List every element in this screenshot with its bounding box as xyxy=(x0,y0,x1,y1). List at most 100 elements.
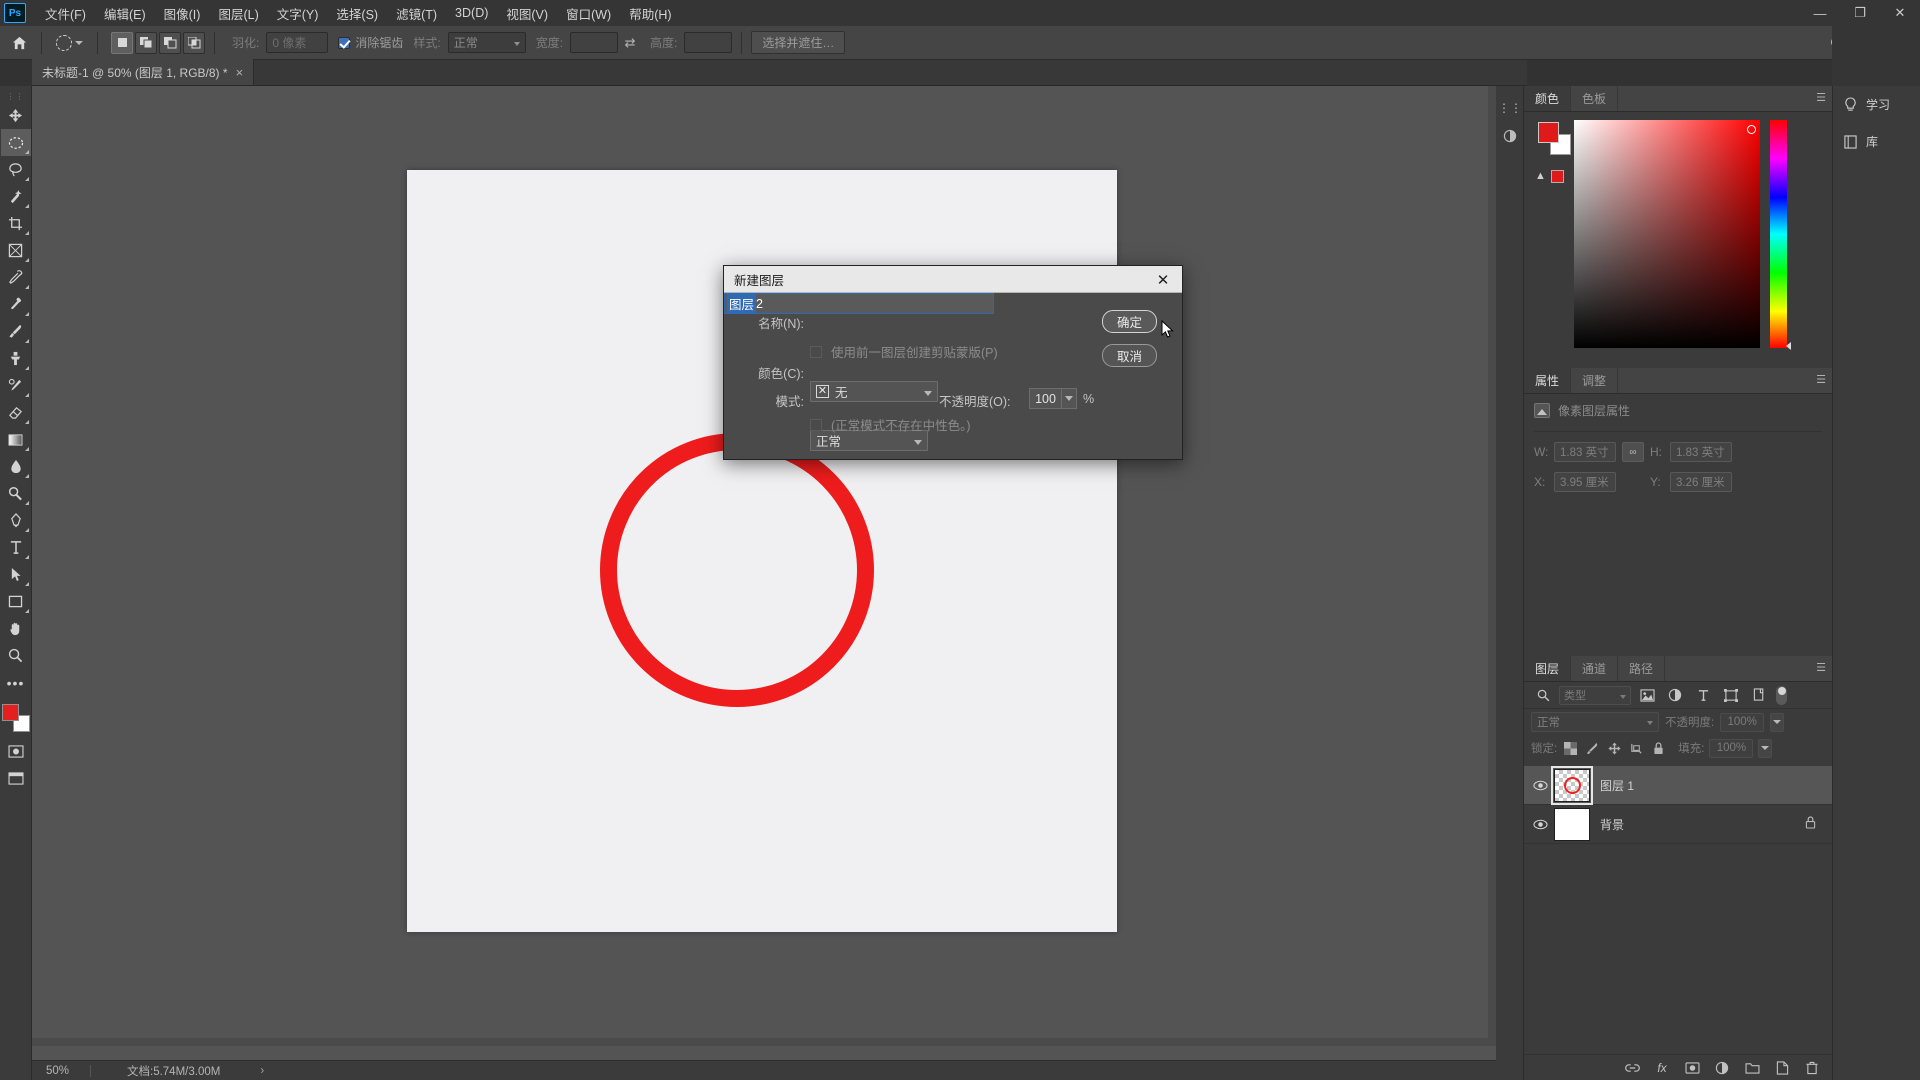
menu-type[interactable]: 文字(Y) xyxy=(268,0,328,27)
antialias-checkbox-group[interactable]: 消除锯齿 xyxy=(338,34,403,51)
layer-opacity-value[interactable]: 100% xyxy=(1720,712,1765,732)
image-filter-icon[interactable] xyxy=(1635,684,1659,706)
new-selection-button[interactable] xyxy=(111,31,133,54)
adjustment-layer-icon[interactable] xyxy=(1714,1060,1730,1076)
type-tool[interactable] xyxy=(1,534,31,561)
close-button[interactable]: ✕ xyxy=(1880,0,1920,26)
screen-mode-icon[interactable] xyxy=(1,765,31,792)
menu-select[interactable]: 选择(S) xyxy=(327,0,387,27)
eyedropper-tool[interactable] xyxy=(1,264,31,291)
canvas-horizontal-scrollbar[interactable] xyxy=(32,1038,1488,1046)
foreground-background-color[interactable] xyxy=(1,704,30,732)
status-zoom[interactable]: 50% xyxy=(32,1065,90,1077)
tab-properties[interactable]: 属性 xyxy=(1524,368,1572,393)
smart-object-filter-icon[interactable] xyxy=(1747,684,1771,706)
dodge-tool[interactable] xyxy=(1,480,31,507)
path-selection-tool[interactable] xyxy=(1,561,31,588)
gradient-tool[interactable] xyxy=(1,426,31,453)
intersect-selection-button[interactable] xyxy=(183,31,205,54)
status-expand-arrow[interactable]: › xyxy=(220,1065,264,1077)
layer-thumbnail[interactable] xyxy=(1554,807,1590,841)
link-layers-icon[interactable] xyxy=(1624,1060,1640,1076)
elliptical-marquee-tool[interactable] xyxy=(0,129,31,156)
spot-healing-brush-tool[interactable] xyxy=(1,291,31,318)
opacity-input[interactable]: 100 xyxy=(1029,388,1061,409)
color-rail-icon[interactable] xyxy=(1496,122,1524,150)
new-layer-icon[interactable] xyxy=(1774,1060,1790,1076)
width-input[interactable] xyxy=(570,32,619,53)
new-group-icon[interactable] xyxy=(1744,1060,1760,1076)
subtract-from-selection-button[interactable] xyxy=(159,31,181,54)
cancel-button[interactable]: 取消 xyxy=(1102,344,1157,367)
menu-edit[interactable]: 编辑(E) xyxy=(95,0,155,27)
layer-blend-mode-select[interactable]: 正常 xyxy=(1531,712,1659,732)
layer-row-2[interactable]: 背景 xyxy=(1524,805,1832,844)
rail-item-library[interactable]: 库 xyxy=(1833,123,1920,160)
color-foreground-swatch[interactable] xyxy=(1538,122,1559,143)
properties-panel-menu-icon[interactable]: ☰ xyxy=(1816,375,1826,386)
tab-adjustments[interactable]: 调整 xyxy=(1571,368,1619,393)
ok-button[interactable]: 确定 xyxy=(1102,310,1157,333)
height-field[interactable]: 1.83 英寸 xyxy=(1670,442,1732,462)
lock-artboard-icon[interactable] xyxy=(1628,740,1645,757)
quick-mask-icon[interactable] xyxy=(1,738,31,765)
lock-all-icon[interactable] xyxy=(1650,740,1667,757)
height-input[interactable] xyxy=(684,32,733,53)
layer-visibility-icon[interactable] xyxy=(1526,805,1554,844)
canvas-vertical-scrollbar[interactable] xyxy=(1488,86,1496,1046)
layer-opacity-caret-icon[interactable] xyxy=(1770,712,1785,732)
menu-file[interactable]: 文件(F) xyxy=(36,0,95,27)
toolbar-grip[interactable]: ⋮⋮ xyxy=(0,90,31,102)
hand-tool[interactable] xyxy=(1,615,31,642)
layer-name-input[interactable]: 图层 2 xyxy=(724,293,994,314)
foreground-color-swatch[interactable] xyxy=(1,704,19,721)
layer-row-1[interactable]: 图层 1 xyxy=(1524,765,1832,805)
history-brush-tool[interactable] xyxy=(1,372,31,399)
tab-swatches[interactable]: 色板 xyxy=(1571,86,1619,111)
feather-input[interactable]: 0 像素 xyxy=(266,32,329,53)
quick-selection-tool[interactable] xyxy=(1,183,31,210)
width-field[interactable]: 1.83 英寸 xyxy=(1554,442,1616,462)
menu-help[interactable]: 帮助(H) xyxy=(620,0,680,27)
filter-search-icon[interactable] xyxy=(1531,684,1555,706)
rail-grip-icon[interactable]: ⋮⋮ xyxy=(1496,94,1524,122)
style-select[interactable]: 正常 xyxy=(447,32,526,53)
move-tool[interactable] xyxy=(1,102,31,129)
menu-filter[interactable]: 滤镜(T) xyxy=(387,0,446,27)
delete-layer-icon[interactable] xyxy=(1804,1060,1820,1076)
layer-name[interactable]: 背景 xyxy=(1600,816,1805,833)
clone-stamp-tool[interactable] xyxy=(1,345,31,372)
layer-thumbnail[interactable] xyxy=(1551,765,1593,805)
brush-tool[interactable] xyxy=(1,318,31,345)
layer-fill-value[interactable]: 100% xyxy=(1709,738,1754,758)
shape-filter-icon[interactable] xyxy=(1719,684,1743,706)
menu-3d[interactable]: 3D(D) xyxy=(446,2,497,24)
home-icon[interactable] xyxy=(6,30,32,56)
pen-tool[interactable] xyxy=(1,507,31,534)
color-panel-menu-icon[interactable]: ☰ xyxy=(1816,93,1826,104)
lasso-tool[interactable] xyxy=(1,156,31,183)
antialias-checkbox[interactable] xyxy=(338,36,351,49)
layer-color-select[interactable]: ✕ 无 xyxy=(810,381,938,402)
minimize-button[interactable]: — xyxy=(1800,0,1840,26)
blur-tool[interactable] xyxy=(1,453,31,480)
add-mask-icon[interactable] xyxy=(1684,1060,1700,1076)
y-field[interactable]: 3.26 厘米 xyxy=(1670,472,1732,492)
adjustment-filter-icon[interactable] xyxy=(1663,684,1687,706)
tab-color[interactable]: 颜色 xyxy=(1524,86,1572,111)
maximize-button[interactable]: ❐ xyxy=(1840,0,1880,26)
lock-transparency-icon[interactable] xyxy=(1562,740,1579,757)
frame-tool[interactable] xyxy=(1,237,31,264)
close-icon[interactable]: ✕ xyxy=(1144,266,1182,293)
document-tab[interactable]: 未标题-1 @ 50% (图层 1, RGB/8) * × xyxy=(32,59,255,85)
rail-item-learn[interactable]: 学习 xyxy=(1833,86,1920,123)
select-and-mask-button[interactable]: 选择并遮住… xyxy=(751,31,846,54)
link-icon[interactable]: ∞ xyxy=(1622,442,1644,462)
tab-layers[interactable]: 图层 xyxy=(1524,656,1572,681)
close-icon[interactable]: × xyxy=(236,65,244,80)
fx-icon[interactable]: fx xyxy=(1654,1060,1670,1076)
canvas-area[interactable] xyxy=(32,86,1496,1066)
layers-panel-menu-icon[interactable]: ☰ xyxy=(1816,663,1826,674)
swap-icon[interactable]: ⇄ xyxy=(620,33,640,53)
more-tools-icon[interactable]: ••• xyxy=(1,669,31,696)
